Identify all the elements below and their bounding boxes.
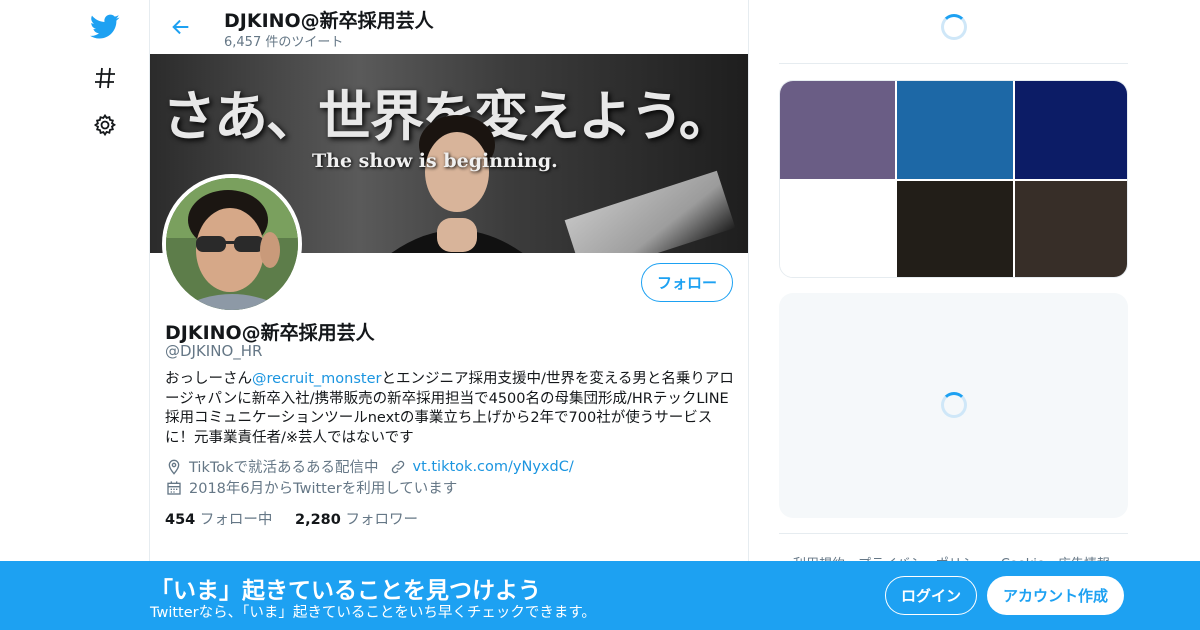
followers-label: フォロワー bbox=[345, 512, 418, 528]
page-title: DJKINO@新卒採用芸人 bbox=[224, 10, 434, 32]
profile-meta-row-1: TikTokで就活あるある配信中 vt.tiktok.com/yNyxdC/ bbox=[165, 456, 574, 477]
footer-divider bbox=[779, 533, 1128, 534]
link-icon bbox=[389, 458, 407, 476]
right-sidebar: 利用規約 プライバシーポリシー Cookie 広告情報 bbox=[779, 0, 1129, 630]
bio-mention-link[interactable]: @recruit_monster bbox=[252, 371, 381, 387]
signup-banner: 「いま」起きていることを見つけよう Twitterなら、「いま」起きていることを… bbox=[0, 561, 1200, 630]
media-thumbnail[interactable] bbox=[897, 181, 1013, 277]
sidebar-divider bbox=[779, 63, 1128, 64]
trends-panel bbox=[779, 293, 1128, 518]
tweet-count: 6,457 件のツイート bbox=[224, 35, 344, 50]
banner-paper-decoration bbox=[564, 170, 736, 253]
profile-stats: 454 フォロー中 2,280 フォロワー bbox=[165, 508, 418, 529]
signup-banner-subtitle: Twitterなら、「いま」起きていることをいち早くチェックできます。 bbox=[150, 605, 596, 621]
loading-spinner-icon bbox=[941, 392, 967, 418]
gear-icon[interactable] bbox=[88, 108, 122, 142]
profile-website-link[interactable]: vt.tiktok.com/yNyxdC/ bbox=[413, 459, 574, 475]
media-thumbnail[interactable] bbox=[1015, 181, 1127, 277]
followers-count: 2,280 bbox=[295, 512, 341, 528]
loading-spinner-icon bbox=[941, 14, 967, 40]
bio-text-start: おっしーさん bbox=[165, 371, 252, 387]
location-pin-icon bbox=[165, 458, 183, 476]
following-stat[interactable]: 454 フォロー中 bbox=[165, 512, 277, 528]
profile-meta-row-2: 2018年6月からTwitterを利用しています bbox=[165, 477, 457, 498]
profile-joined-date: 2018年6月からTwitterを利用しています bbox=[189, 481, 458, 497]
signup-button[interactable]: アカウント作成 bbox=[987, 576, 1124, 615]
profile-name: DJKINO@新卒採用芸人 bbox=[165, 322, 375, 344]
twitter-bird-icon[interactable] bbox=[88, 10, 122, 44]
follow-button[interactable]: フォロー bbox=[641, 263, 733, 302]
banner-subline: The show is beginning. bbox=[312, 150, 558, 172]
media-thumbnail[interactable] bbox=[897, 81, 1013, 179]
profile-handle: @DJKINO_HR bbox=[165, 342, 263, 360]
avatar[interactable] bbox=[162, 174, 302, 314]
profile-location: TikTokで就活あるある配信中 bbox=[189, 460, 379, 476]
banner-person-image bbox=[382, 100, 532, 253]
profile-header: DJKINO@新卒採用芸人 6,457 件のツイート bbox=[150, 0, 748, 54]
media-thumbnail[interactable] bbox=[1015, 81, 1127, 179]
followers-stat[interactable]: 2,280 フォロワー bbox=[295, 512, 418, 528]
back-arrow-icon[interactable] bbox=[166, 12, 196, 42]
profile-bio: おっしーさん@recruit_monsterとエンジニア採用支援中/世界を変える… bbox=[165, 370, 735, 448]
following-count: 454 bbox=[165, 512, 196, 528]
profile-column: DJKINO@新卒採用芸人 6,457 件のツイート さあ、世界を変えよう。 T… bbox=[149, 0, 749, 630]
following-label: フォロー中 bbox=[199, 512, 273, 528]
calendar-icon bbox=[165, 479, 183, 497]
hashtag-icon[interactable] bbox=[88, 61, 122, 95]
left-nav bbox=[80, 0, 150, 630]
media-thumbnail[interactable] bbox=[780, 81, 895, 179]
media-thumbnail[interactable] bbox=[780, 181, 895, 277]
media-grid bbox=[779, 80, 1128, 278]
login-button[interactable]: ログイン bbox=[885, 576, 977, 615]
signup-banner-title: 「いま」起きていることを見つけよう bbox=[150, 578, 541, 604]
